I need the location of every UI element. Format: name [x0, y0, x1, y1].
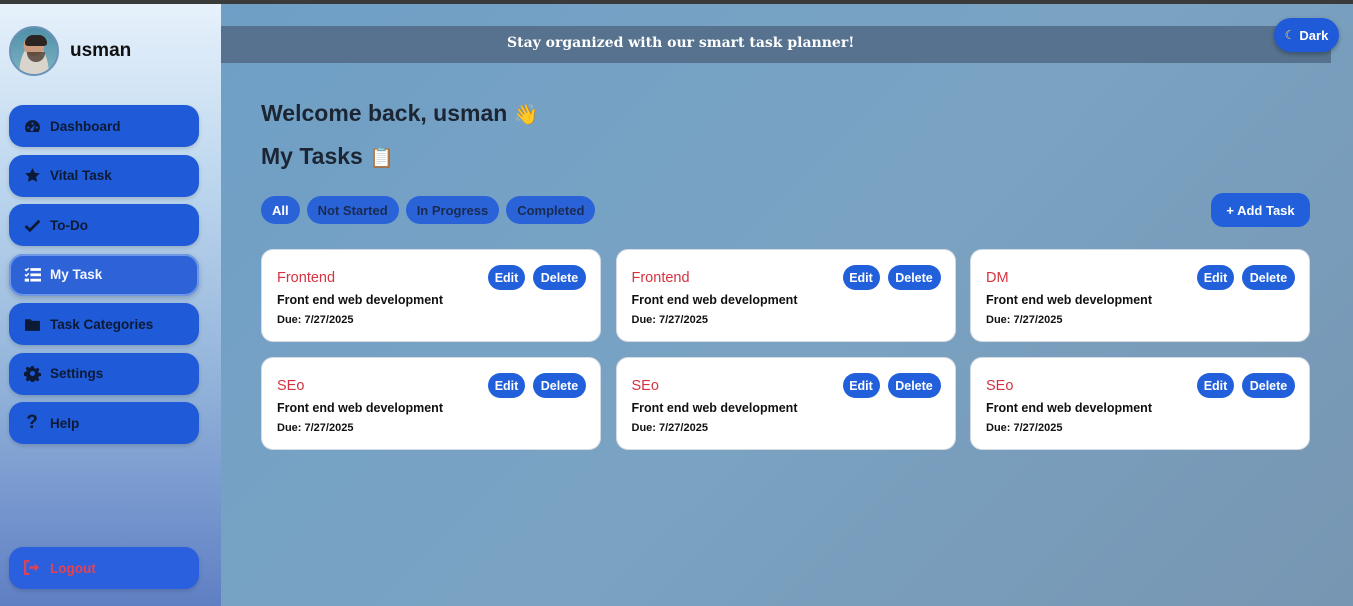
- add-task-button[interactable]: + Add Task: [1211, 193, 1310, 227]
- edit-button[interactable]: Edit: [488, 373, 525, 398]
- task-title: Frontend: [631, 270, 690, 286]
- sidebar-item-label: Help: [50, 415, 80, 431]
- sidebar-item-task-categories[interactable]: Task Categories: [9, 303, 199, 345]
- sidebar-item-my-task[interactable]: My Task: [9, 253, 199, 296]
- sidebar-item-help[interactable]: ? Help: [9, 402, 199, 444]
- task-due-date: Due: 7/27/2025: [277, 422, 354, 434]
- filter-completed[interactable]: Completed: [506, 196, 596, 224]
- task-title: Frontend: [277, 270, 336, 286]
- username: usman: [70, 40, 132, 61]
- question-icon: ?: [26, 412, 38, 433]
- task-title: SEo: [986, 378, 1014, 394]
- edit-button[interactable]: Edit: [1197, 373, 1234, 398]
- task-description: Front end web development: [631, 293, 798, 307]
- check-icon: [23, 216, 41, 234]
- section-title-text: My Tasks: [261, 143, 363, 169]
- sidebar-item-label: My Task: [50, 267, 103, 282]
- task-description: Front end web development: [986, 401, 1152, 415]
- sidebar-item-label: Dashboard: [50, 118, 121, 134]
- task-card: SEo Edit Delete Front end web developmen…: [261, 357, 601, 450]
- delete-button[interactable]: Delete: [1242, 373, 1295, 398]
- sidebar-item-settings[interactable]: Settings: [9, 352, 199, 395]
- sidebar-item-to-do[interactable]: To-Do: [9, 204, 199, 246]
- sidebar: usman Dashboard Vital Task To-Do My Task: [0, 4, 221, 606]
- task-due-date: Due: 7/27/2025: [631, 314, 708, 326]
- task-title: SEo: [631, 378, 659, 394]
- task-card: SEo Edit Delete Front end web developmen…: [615, 357, 956, 450]
- avatar: [9, 26, 59, 76]
- task-description: Front end web development: [277, 401, 443, 415]
- task-due-date: Due: 7/27/2025: [631, 422, 708, 434]
- user-profile[interactable]: usman: [9, 26, 131, 76]
- clipboard-icon: 📋: [369, 145, 395, 169]
- list-check-icon: [23, 266, 41, 284]
- task-filters: All Not Started In Progress Completed: [261, 196, 596, 224]
- filter-all[interactable]: All: [261, 196, 300, 224]
- task-title: DM: [986, 270, 1009, 286]
- filter-in-progress[interactable]: In Progress: [405, 196, 500, 224]
- delete-button[interactable]: Delete: [533, 265, 586, 290]
- welcome-text: Welcome back, usman: [261, 100, 508, 126]
- moon-icon: ☾: [1284, 28, 1296, 42]
- sign-out-icon: [23, 559, 41, 577]
- task-card: DM Edit Delete Front end web development…: [970, 249, 1310, 342]
- task-card: SEo Edit Delete Front end web developmen…: [970, 357, 1310, 450]
- edit-button[interactable]: Edit: [488, 265, 525, 290]
- task-due-date: Due: 7/27/2025: [986, 314, 1063, 326]
- delete-button[interactable]: Delete: [1242, 265, 1295, 290]
- sidebar-item-label: Task Categories: [50, 316, 154, 332]
- task-description: Front end web development: [277, 293, 443, 307]
- task-card: Frontend Edit Delete Front end web devel…: [261, 249, 601, 342]
- task-due-date: Due: 7/27/2025: [986, 422, 1063, 434]
- task-description: Front end web development: [631, 401, 798, 415]
- edit-button[interactable]: Edit: [842, 373, 880, 398]
- waving-hand-icon: 👋: [513, 102, 539, 126]
- delete-button[interactable]: Delete: [887, 265, 941, 290]
- section-title: My Tasks 📋: [261, 143, 394, 170]
- gear-icon: [23, 365, 41, 383]
- delete-button[interactable]: Delete: [887, 373, 941, 398]
- main-content: Stay organized with our smart task plann…: [221, 4, 1353, 606]
- task-due-date: Due: 7/27/2025: [277, 314, 354, 326]
- task-description: Front end web development: [986, 293, 1152, 307]
- banner-text: Stay organized with our smart task plann…: [507, 35, 855, 51]
- sidebar-item-vital-task[interactable]: Vital Task: [9, 154, 199, 197]
- delete-button[interactable]: Delete: [533, 373, 586, 398]
- edit-button[interactable]: Edit: [1197, 265, 1234, 290]
- sidebar-item-dashboard[interactable]: Dashboard: [9, 105, 199, 147]
- task-grid: Frontend Edit Delete Front end web devel…: [261, 249, 1310, 450]
- filter-not-started[interactable]: Not Started: [306, 196, 399, 224]
- folder-icon: [23, 315, 41, 333]
- edit-button[interactable]: Edit: [842, 265, 880, 290]
- task-title: SEo: [277, 378, 305, 394]
- gauge-icon: [23, 117, 41, 135]
- star-icon: [23, 167, 41, 185]
- sidebar-item-label: Vital Task: [50, 168, 112, 183]
- welcome-heading: Welcome back, usman 👋: [261, 100, 539, 127]
- sidebar-item-label: Settings: [50, 366, 104, 381]
- sidebar-item-label: To-Do: [50, 217, 88, 233]
- logout-button[interactable]: Logout: [9, 547, 199, 589]
- task-card: Frontend Edit Delete Front end web devel…: [615, 249, 956, 342]
- logout-label: Logout: [50, 560, 96, 576]
- dark-mode-toggle[interactable]: ☾ Dark: [1274, 18, 1339, 52]
- banner: Stay organized with our smart task plann…: [221, 26, 1331, 63]
- dark-mode-label: Dark: [1299, 27, 1329, 43]
- sidebar-nav: Dashboard Vital Task To-Do My Task Task …: [9, 105, 199, 452]
